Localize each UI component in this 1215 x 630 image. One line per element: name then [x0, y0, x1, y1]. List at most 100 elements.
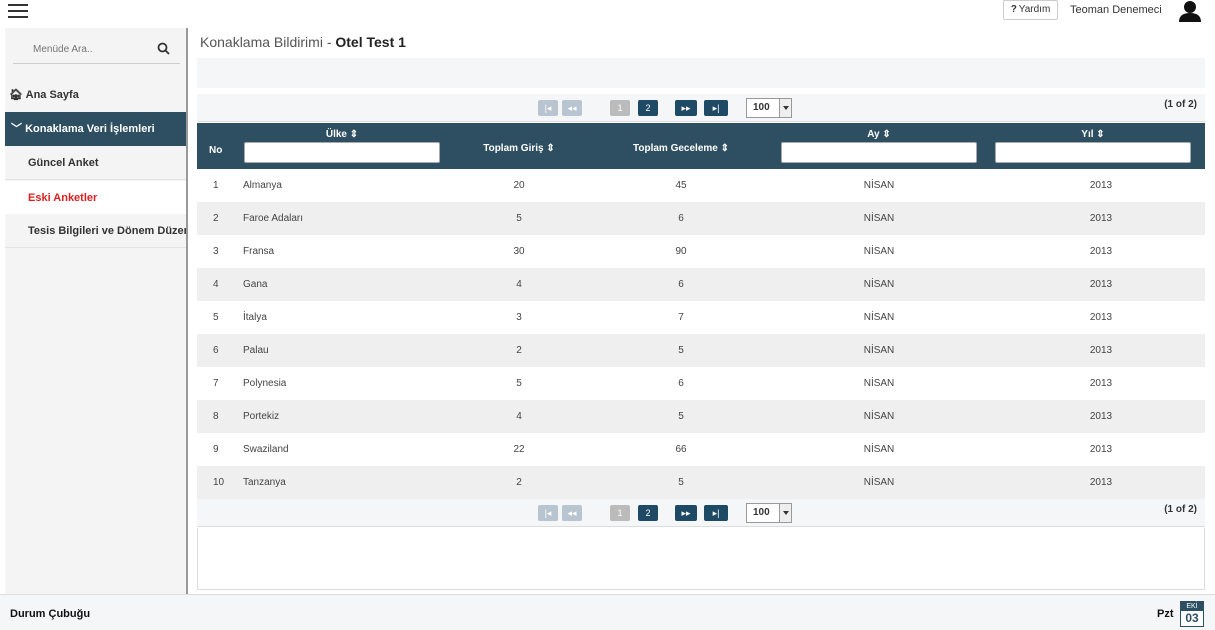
col-header-geceleme[interactable]: Toplam Geceleme ⇕ [609, 123, 753, 169]
home-icon: 🏠︎ [9, 89, 23, 101]
col-ay-label: Ay ⇕ [867, 129, 891, 140]
cell-yil: 2013 [1089, 444, 1113, 455]
search-icon[interactable] [157, 42, 170, 55]
page-title-hotel: Otel Test 1 [335, 34, 406, 50]
filter-ulke-input[interactable] [244, 142, 440, 163]
cell-geceleme: 5 [678, 477, 684, 488]
cell-geceleme: 6 [678, 378, 684, 389]
cell-ulke: Portekiz [243, 411, 280, 422]
cell-ay: NİSAN [863, 279, 895, 290]
rows-per-page-select[interactable]: 100 [746, 503, 792, 523]
user-icon[interactable] [1177, 0, 1203, 22]
cell-ulke: Swaziland [243, 444, 289, 455]
paginator-top: |◂ ◂◂ 1 2 ▸▸ ▸| 100 (1 of 2) [197, 94, 1205, 122]
sidebar: 🏠︎ Ana Sayfa ﹀ Konaklama Veri İşlemleri … [5, 28, 188, 594]
cell-ulke: Fransa [243, 246, 275, 257]
page-2-button[interactable]: 2 [638, 505, 658, 521]
next-page-button[interactable]: ▸▸ [675, 505, 697, 521]
cell-geceleme: 90 [675, 246, 687, 257]
cell-yil: 2013 [1089, 345, 1113, 356]
menu-search [13, 36, 180, 64]
sidebar-group-konaklama[interactable]: ﹀ Konaklama Veri İşlemleri [5, 112, 186, 146]
help-button[interactable]: ? Yardım [1003, 0, 1058, 20]
cell-no: 7 [213, 378, 219, 389]
cell-yil: 2013 [1089, 213, 1113, 224]
hamburger-menu-icon[interactable] [8, 4, 28, 20]
next-page-button[interactable]: ▸▸ [675, 100, 697, 116]
table-row[interactable]: 7 Polynesia 5 6 NİSAN 2013 [197, 367, 1205, 400]
table-row[interactable]: 2 Faroe Adaları 5 6 NİSAN 2013 [197, 202, 1205, 235]
prev-page-button[interactable]: ◂◂ [562, 505, 582, 521]
status-bar: Durum Çubuğu Pzt EKİ 03 [0, 594, 1215, 630]
menu-search-input[interactable] [13, 36, 153, 62]
table-row[interactable]: 4 Gana 4 6 NİSAN 2013 [197, 268, 1205, 301]
table-row[interactable]: 6 Palau 2 5 NİSAN 2013 [197, 334, 1205, 367]
calendar-month: EKİ [1181, 602, 1203, 611]
table-row[interactable]: 5 İtalya 3 7 NİSAN 2013 [197, 301, 1205, 334]
cell-geceleme: 6 [678, 279, 684, 290]
table-row[interactable]: 8 Portekiz 4 5 NİSAN 2013 [197, 400, 1205, 433]
cell-giris: 3 [516, 312, 522, 323]
table-row[interactable]: 3 Fransa 30 90 NİSAN 2013 [197, 235, 1205, 268]
sidebar-item-tesis-bilgileri[interactable]: Tesis Bilgileri ve Dönem Düzenleme [5, 214, 186, 248]
calendar-icon[interactable]: EKİ 03 [1180, 601, 1204, 627]
filter-ay-input[interactable] [781, 142, 977, 163]
cell-geceleme: 7 [678, 312, 684, 323]
cell-giris: 20 [513, 180, 525, 191]
col-header-ulke[interactable]: Ülke ⇕ [242, 123, 442, 169]
sidebar-item-guncel-anket[interactable]: Güncel Anket [5, 146, 186, 180]
first-page-button[interactable]: |◂ [538, 505, 558, 521]
sidebar-item-home[interactable]: 🏠︎ Ana Sayfa [5, 78, 186, 112]
cell-ay: NİSAN [863, 180, 895, 191]
page-count: (1 of 2) [1164, 504, 1197, 515]
dropdown-arrow-icon [779, 504, 791, 522]
rows-per-page-value: 100 [753, 507, 770, 518]
col-header-yil[interactable]: Yıl ⇕ [993, 123, 1193, 169]
sidebar-item-label: Konaklama Veri İşlemleri [25, 123, 155, 135]
page-1-button[interactable]: 1 [610, 505, 630, 521]
cell-ulke: Polynesia [243, 378, 287, 389]
col-header-giris[interactable]: Toplam Giriş ⇕ [455, 123, 583, 169]
cell-geceleme: 6 [678, 213, 684, 224]
col-yil-label: Yıl ⇕ [1081, 129, 1105, 140]
prev-page-button[interactable]: ◂◂ [562, 100, 582, 116]
chevron-down-icon: ﹀ [11, 123, 22, 135]
status-bar-label: Durum Çubuğu [10, 608, 91, 620]
calendar-day: 03 [1185, 611, 1199, 625]
cell-ulke: Almanya [243, 180, 282, 191]
table-row[interactable]: 1 Almanya 20 45 NİSAN 2013 [197, 169, 1205, 202]
col-header-no: No [197, 123, 237, 169]
page-count: (1 of 2) [1164, 99, 1197, 110]
cell-yil: 2013 [1089, 411, 1113, 422]
cell-geceleme: 66 [675, 444, 687, 455]
cell-yil: 2013 [1089, 246, 1113, 257]
cell-geceleme: 5 [678, 345, 684, 356]
page-2-button[interactable]: 2 [638, 100, 658, 116]
cell-no: 3 [213, 246, 219, 257]
last-page-button[interactable]: ▸| [704, 100, 728, 116]
cell-ay: NİSAN [863, 411, 895, 422]
cell-ay: NİSAN [863, 378, 895, 389]
rows-per-page-select[interactable]: 100 [746, 98, 792, 118]
sidebar-item-label: Ana Sayfa [25, 89, 79, 101]
table-header: No Ülke ⇕ Toplam Giriş ⇕ Toplam Geceleme… [197, 123, 1205, 169]
last-page-button[interactable]: ▸| [704, 505, 728, 521]
weekday-label: Pzt [1157, 608, 1174, 620]
username[interactable]: Teoman Denemeci [1070, 4, 1162, 16]
sidebar-item-eski-anketler[interactable]: Eski Anketler [5, 181, 186, 215]
filter-yil-input[interactable] [995, 142, 1191, 163]
col-geceleme-label: Toplam Geceleme ⇕ [632, 143, 729, 154]
cell-giris: 22 [513, 444, 525, 455]
table-row[interactable]: 9 Swaziland 22 66 NİSAN 2013 [197, 433, 1205, 466]
col-no-label: No [209, 145, 223, 156]
cell-giris: 4 [516, 411, 522, 422]
cell-no: 10 [213, 477, 225, 488]
table-row[interactable]: 10 Tanzanya 2 5 NİSAN 2013 [197, 466, 1205, 499]
cell-giris: 2 [516, 345, 522, 356]
col-header-ay[interactable]: Ay ⇕ [779, 123, 979, 169]
cell-yil: 2013 [1089, 279, 1113, 290]
cell-ulke: Faroe Adaları [243, 213, 304, 224]
first-page-button[interactable]: |◂ [538, 100, 558, 116]
page-title-prefix: Konaklama Bildirimi - [200, 34, 336, 50]
page-1-button[interactable]: 1 [610, 100, 630, 116]
